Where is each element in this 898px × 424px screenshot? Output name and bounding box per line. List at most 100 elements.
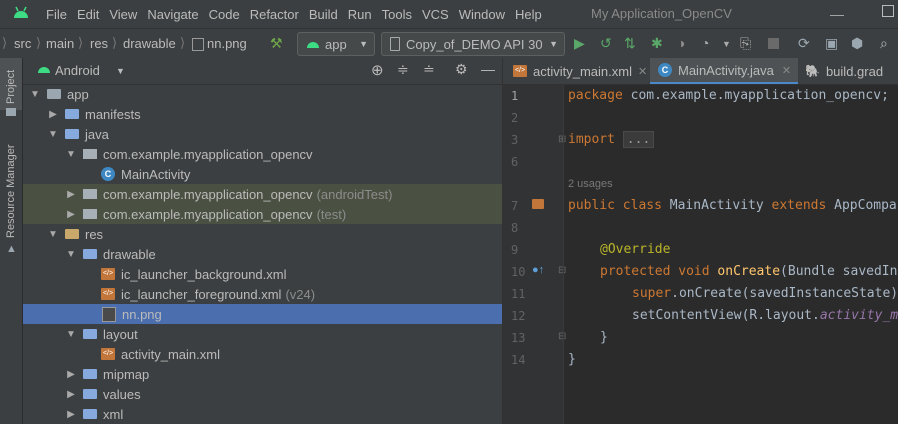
menu-edit[interactable]: Edit: [77, 7, 99, 22]
android-component-icon[interactable]: [532, 199, 544, 209]
tree-row-res[interactable]: ▼ res: [23, 224, 502, 244]
folded-imports[interactable]: ...: [622, 131, 655, 148]
tab-activity-main-xml[interactable]: </> activity_main.xml ✕: [503, 58, 649, 84]
usages-hint[interactable]: 2 usages: [568, 178, 613, 190]
code-line-1[interactable]: package com.example.myapplication_opencv…: [568, 88, 889, 103]
tree-row-layout[interactable]: ▼ layout: [23, 324, 502, 344]
tree-row-mipmap[interactable]: ▶ mipmap: [23, 364, 502, 384]
menu-code[interactable]: Code: [209, 7, 240, 22]
resource-manager-tab[interactable]: Resource Manager: [0, 138, 22, 258]
search-icon[interactable]: ⌕: [880, 35, 888, 52]
menu-file[interactable]: File: [46, 7, 67, 22]
chevron-down-icon[interactable]: ▼: [65, 149, 77, 160]
menu-view[interactable]: View: [109, 7, 137, 22]
override-method-icon[interactable]: ●↑: [532, 264, 544, 276]
menu-window[interactable]: Window: [459, 7, 505, 22]
stop-icon[interactable]: [768, 38, 779, 49]
tree-row-manifests[interactable]: ▶ manifests: [23, 104, 502, 124]
close-icon[interactable]: ✕: [782, 64, 791, 77]
locate-file-icon[interactable]: ⊕: [371, 61, 384, 79]
png-file-icon: [102, 306, 116, 322]
chevron-down-icon[interactable]: ▼: [29, 89, 41, 100]
code-line-3[interactable]: import ...: [568, 131, 655, 148]
code-line-9[interactable]: @Override: [600, 242, 670, 257]
breadcrumb-src[interactable]: src: [14, 36, 31, 51]
menu-refactor[interactable]: Refactor: [250, 7, 299, 22]
tree-label: com.example.myapplication_opencv: [103, 186, 313, 202]
tree-row-app[interactable]: ▼ app: [23, 84, 502, 104]
code-line-12[interactable]: setContentView(R.layout.activity_m: [632, 308, 898, 323]
chevron-down-icon[interactable]: ▼: [47, 129, 59, 140]
tree-label: ic_launcher_foreground.xml: [121, 286, 282, 302]
device-manager-icon[interactable]: ▣: [825, 35, 838, 52]
apply-code-changes-icon[interactable]: ⇅: [624, 35, 636, 52]
tree-row-ic-launcher-background[interactable]: </> ic_launcher_background.xml: [23, 264, 502, 284]
tree-row-xml[interactable]: ▶ xml: [23, 404, 502, 424]
menu-vcs[interactable]: VCS: [422, 7, 449, 22]
tree-row-drawable[interactable]: ▼ drawable: [23, 244, 502, 264]
code-line-13[interactable]: }: [600, 330, 608, 345]
attach-debugger-icon[interactable]: ⎘: [740, 35, 751, 52]
package-icon: [83, 149, 97, 159]
tree-row-package-androidtest[interactable]: ▶ com.example.myapplication_opencv (andr…: [23, 184, 502, 204]
tree-row-package-test[interactable]: ▶ com.example.myapplication_opencv (test…: [23, 204, 502, 224]
tree-row-values[interactable]: ▶ values: [23, 384, 502, 404]
chevron-right-icon[interactable]: ▶: [65, 409, 77, 420]
coverage-icon[interactable]: ◑: [677, 35, 685, 51]
project-tool-tab[interactable]: Project: [0, 58, 22, 110]
module-folder-icon: [47, 89, 61, 99]
chevron-right-icon[interactable]: ▶: [65, 209, 77, 220]
menu-build[interactable]: Build: [309, 7, 338, 22]
build-hammer-icon[interactable]: ⚒: [270, 35, 283, 52]
gear-icon[interactable]: ⚙: [455, 61, 468, 78]
profile-icon[interactable]: ◔: [701, 35, 709, 51]
folder-icon: [83, 249, 97, 259]
chevron-down-icon[interactable]: ▼: [116, 66, 125, 76]
code-line-11[interactable]: super.onCreate(savedInstanceState): [632, 286, 898, 301]
device-combo[interactable]: Copy_of_DEMO API 30 ▼: [381, 32, 565, 56]
run-play-icon[interactable]: ▶: [574, 35, 585, 52]
sync-gradle-icon[interactable]: ⟳: [798, 35, 810, 52]
view-mode-select[interactable]: Android: [55, 63, 100, 78]
breadcrumb-separator-icon: ⟩: [180, 35, 186, 50]
breadcrumb-main[interactable]: main: [46, 36, 74, 51]
chevron-down-icon: ▼: [549, 39, 558, 49]
minimize-icon[interactable]: —: [830, 6, 844, 22]
chevron-down-icon[interactable]: ▼: [47, 229, 59, 240]
chevron-down-icon[interactable]: ▼: [722, 39, 731, 49]
hide-panel-icon[interactable]: —: [481, 61, 495, 77]
code-line-7[interactable]: public class MainActivity extends AppCom…: [568, 198, 897, 213]
collapse-all-icon[interactable]: ≐: [423, 61, 435, 78]
sdk-manager-icon[interactable]: ⬢: [851, 35, 863, 52]
code-line-14[interactable]: }: [568, 352, 576, 367]
chevron-right-icon[interactable]: ▶: [65, 369, 77, 380]
debug-bug-icon[interactable]: ✱: [651, 35, 663, 52]
tree-row-java[interactable]: ▼ java: [23, 124, 502, 144]
menu-run[interactable]: Run: [348, 7, 372, 22]
tree-row-activity-main-xml[interactable]: </> activity_main.xml: [23, 344, 502, 364]
tree-row-ic-launcher-foreground[interactable]: </> ic_launcher_foreground.xml (v24): [23, 284, 502, 304]
tree-row-package-main[interactable]: ▼ com.example.myapplication_opencv: [23, 144, 502, 164]
breadcrumb-drawable[interactable]: drawable: [123, 36, 176, 51]
expand-all-icon[interactable]: ≑: [397, 61, 409, 78]
module-combo[interactable]: app ▼: [297, 32, 375, 56]
tab-build-gradle[interactable]: 🐘 build.grad: [799, 58, 898, 84]
tree-row-nn-png[interactable]: nn.png: [23, 304, 502, 324]
chevron-right-icon[interactable]: ▶: [65, 189, 77, 200]
breadcrumb-res[interactable]: res: [90, 36, 108, 51]
apply-changes-icon[interactable]: ↺: [600, 35, 612, 52]
menu-help[interactable]: Help: [515, 7, 542, 22]
chevron-down-icon[interactable]: ▼: [65, 329, 77, 340]
code-keyword: package: [568, 88, 623, 103]
chevron-right-icon[interactable]: ▶: [47, 109, 59, 120]
chevron-down-icon[interactable]: ▼: [65, 249, 77, 260]
menu-tools[interactable]: Tools: [382, 7, 412, 22]
chevron-right-icon[interactable]: ▶: [65, 389, 77, 400]
breadcrumb-nn-png[interactable]: nn.png: [207, 36, 247, 51]
menu-navigate[interactable]: Navigate: [147, 7, 198, 22]
maximize-icon[interactable]: [882, 5, 894, 17]
close-icon[interactable]: ✕: [638, 65, 647, 78]
tab-mainactivity-java[interactable]: C MainActivity.java ✕: [650, 58, 798, 84]
tree-row-mainactivity[interactable]: C MainActivity: [23, 164, 502, 184]
code-line-10[interactable]: protected void onCreate(Bundle savedIn: [600, 264, 897, 279]
